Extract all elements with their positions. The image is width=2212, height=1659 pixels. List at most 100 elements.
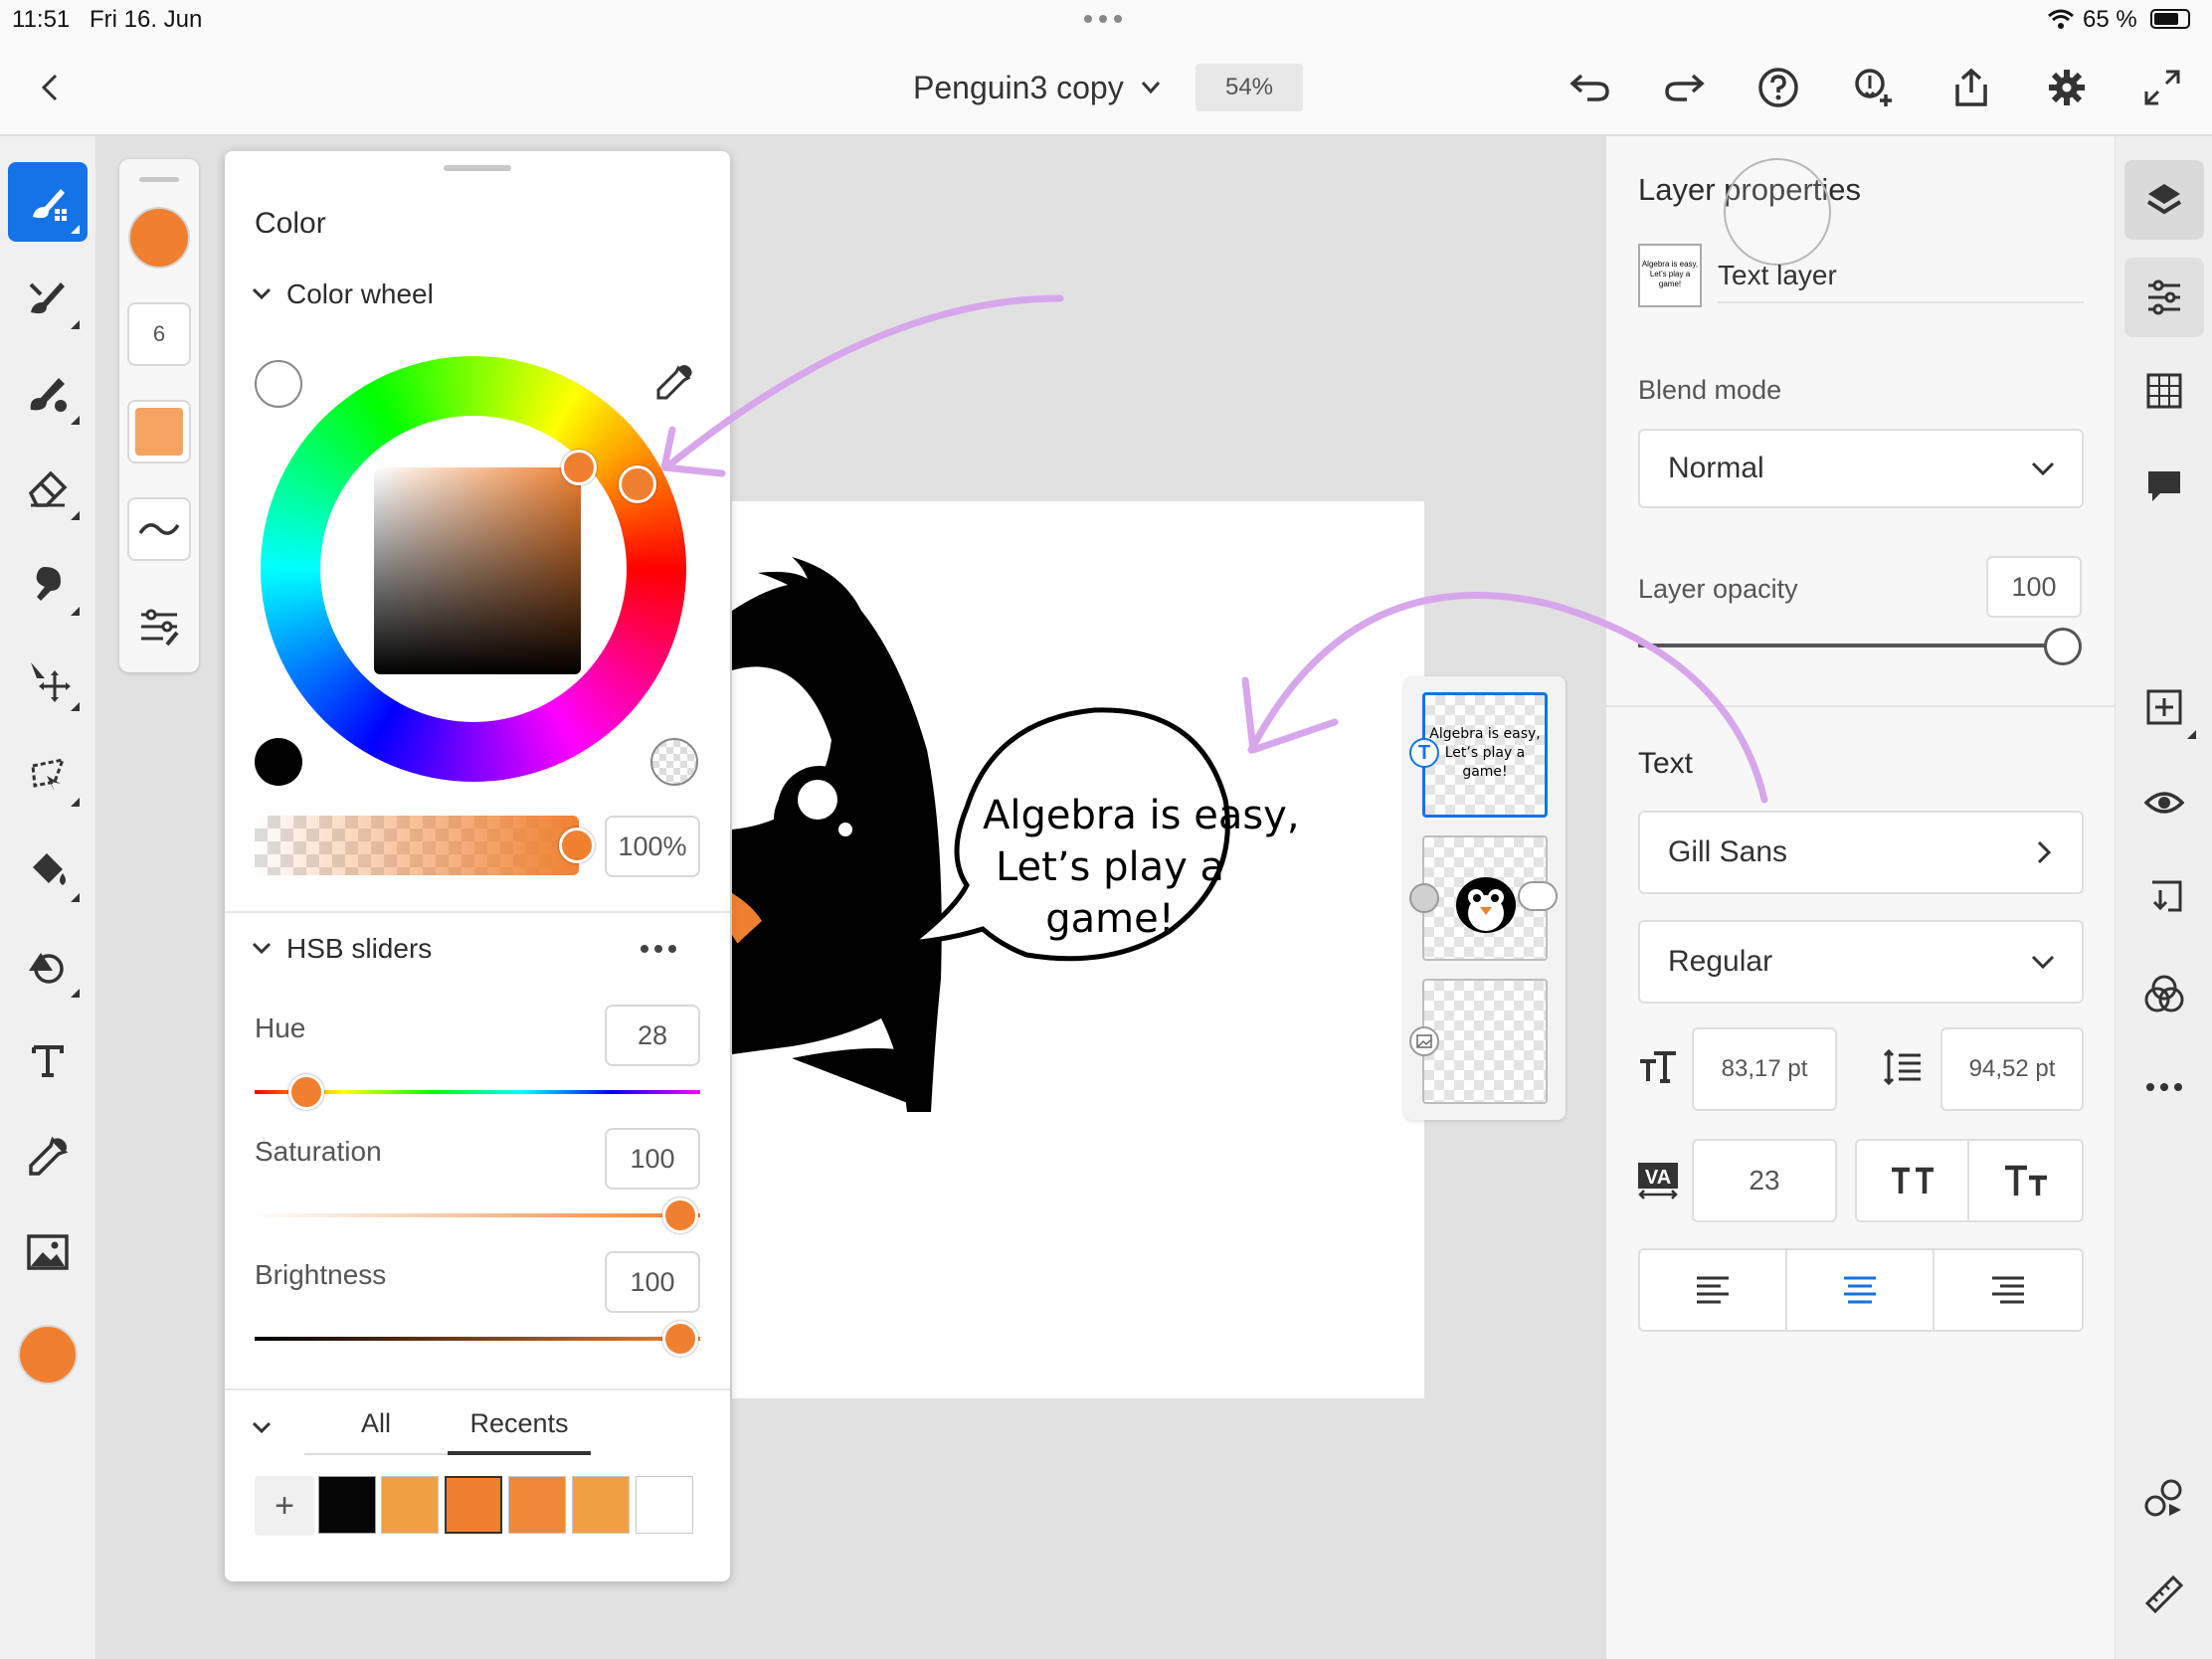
layer-opacity-handle[interactable]	[2044, 628, 2082, 665]
all-caps-button[interactable]	[1857, 1141, 1970, 1220]
invite-button[interactable]	[1844, 58, 1904, 117]
saturation-slider-track[interactable]	[255, 1213, 700, 1217]
brightness-value[interactable]: 100	[605, 1251, 700, 1313]
blend-mode-select[interactable]: Normal	[1638, 429, 2084, 508]
fullscreen-button[interactable]	[2132, 58, 2192, 117]
paint-tool-button[interactable]	[8, 162, 88, 242]
small-caps-button[interactable]	[1969, 1141, 2082, 1220]
eyedropper-icon[interactable]	[654, 362, 694, 402]
tab-all[interactable]: All	[304, 1408, 448, 1455]
section-color-wheel[interactable]: Color wheel	[286, 278, 434, 310]
ruler-button[interactable]	[2124, 1555, 2204, 1634]
grid-button[interactable]	[2124, 351, 2204, 431]
pixel-brush-tool-button[interactable]	[8, 258, 88, 337]
align-center-button[interactable]	[1787, 1250, 1935, 1330]
current-color-swatch[interactable]	[18, 1325, 78, 1384]
chevron-down-icon[interactable]	[251, 941, 273, 955]
smudge-tool-button[interactable]	[8, 353, 88, 433]
zoom-level[interactable]: 54%	[1196, 64, 1303, 111]
recent-swatch-orange[interactable]	[508, 1476, 566, 1534]
hue-slider-handle[interactable]	[288, 1074, 324, 1110]
font-style-value: Regular	[1668, 945, 1773, 978]
chevron-down-icon[interactable]	[251, 286, 273, 300]
comments-button[interactable]	[2124, 447, 2204, 526]
fill-tool-button[interactable]	[8, 830, 88, 910]
brush-size-field[interactable]: 6	[127, 302, 191, 366]
layer-opacity-value[interactable]: 100	[1986, 556, 2082, 618]
alignment-group	[1638, 1248, 2084, 1332]
font-size-field[interactable]: 83,17 pt	[1692, 1027, 1837, 1111]
eraser-tool-button[interactable]	[8, 449, 88, 528]
document-canvas[interactable]: Algebra is easy, Let’s play a game!	[732, 501, 1424, 1398]
opacity-handle[interactable]	[559, 828, 595, 863]
opacity-value[interactable]: 100%	[605, 816, 700, 877]
leading-field[interactable]: 94,52 pt	[1940, 1027, 2084, 1111]
font-family-select[interactable]: Gill Sans	[1638, 811, 2084, 894]
mask-button[interactable]	[2124, 858, 2204, 938]
healing-tool-button[interactable]	[8, 544, 88, 624]
sb-handle[interactable]	[561, 450, 597, 485]
brightness-slider-handle[interactable]	[662, 1321, 698, 1357]
layer-thumb-background[interactable]	[1422, 979, 1548, 1104]
white-swatch[interactable]	[255, 360, 302, 408]
opacity-slider[interactable]	[255, 816, 579, 875]
hue-value[interactable]: 28	[605, 1005, 700, 1066]
more-options-icon[interactable]	[641, 945, 676, 953]
recent-swatch-white[interactable]	[636, 1476, 693, 1534]
hue-handle[interactable]	[619, 465, 656, 503]
layer-opacity-slider[interactable]	[1638, 644, 2066, 647]
eyedropper-tool-button[interactable]	[8, 1117, 88, 1197]
layer-visibility-dot[interactable]	[1409, 883, 1439, 913]
speech-bubble-text[interactable]: Algebra is easy, Let’s play a game!	[983, 790, 1300, 945]
adjust-tool-button[interactable]	[8, 926, 88, 1006]
recent-swatch-orange-selected[interactable]	[445, 1476, 502, 1534]
share-button[interactable]	[1941, 58, 2001, 117]
brush-color-swatch[interactable]	[128, 207, 190, 269]
move-tool-button[interactable]	[8, 640, 88, 719]
brush-smoothing-button[interactable]	[127, 497, 191, 561]
back-button[interactable]	[20, 58, 80, 117]
tab-recents[interactable]: Recents	[448, 1408, 591, 1455]
layer-thumb-text[interactable]: Algebra is easy, Let’s play a game!	[1422, 692, 1548, 818]
saturation-slider-handle[interactable]	[662, 1198, 698, 1233]
align-right-button[interactable]	[1935, 1250, 2082, 1330]
tutorials-button[interactable]	[2124, 1459, 2204, 1539]
more-layer-options-button[interactable]	[2124, 1047, 2204, 1127]
black-swatch[interactable]	[255, 738, 302, 786]
properties-button[interactable]	[2124, 258, 2204, 337]
layer-name-field[interactable]: Text layer	[1718, 260, 2084, 303]
tracking-field[interactable]: 23	[1692, 1139, 1837, 1222]
layers-button[interactable]	[2124, 160, 2204, 240]
lasso-tool-button[interactable]	[8, 735, 88, 815]
undo-button[interactable]	[1560, 58, 1619, 117]
brightness-slider-track[interactable]	[255, 1337, 700, 1341]
layer-toggle[interactable]	[1518, 881, 1558, 911]
saturation-value[interactable]: 100	[605, 1128, 700, 1190]
panel-grabber[interactable]	[444, 165, 511, 171]
multitask-dots-icon[interactable]	[1084, 15, 1122, 23]
recent-swatch-black[interactable]	[318, 1476, 376, 1534]
blend-button[interactable]	[2124, 954, 2204, 1033]
section-hsb-sliders[interactable]: HSB sliders	[286, 933, 432, 965]
add-layer-button[interactable]	[2124, 667, 2204, 747]
brush-opacity-button[interactable]	[127, 400, 191, 463]
redo-button[interactable]	[1655, 58, 1715, 117]
font-style-select[interactable]: Regular	[1638, 920, 2084, 1004]
chevron-down-icon[interactable]	[251, 1420, 273, 1434]
panel-grabber[interactable]	[139, 177, 179, 182]
visibility-button[interactable]	[2124, 763, 2204, 842]
settings-button[interactable]	[2037, 58, 2097, 117]
type-tool-button[interactable]	[8, 1021, 88, 1101]
document-title[interactable]: Penguin3 copy	[913, 70, 1124, 106]
saturation-brightness-square[interactable]	[374, 467, 581, 674]
add-swatch-button[interactable]: +	[255, 1476, 314, 1536]
transparent-swatch[interactable]	[650, 738, 698, 786]
eye-icon	[2144, 792, 2184, 814]
recent-swatch-orange-light[interactable]	[381, 1476, 439, 1534]
chevron-down-icon[interactable]	[1140, 80, 1162, 95]
brush-settings-button[interactable]	[127, 595, 191, 658]
recent-swatch-orange-2[interactable]	[572, 1476, 630, 1534]
align-left-button[interactable]	[1640, 1250, 1787, 1330]
help-button[interactable]	[1749, 58, 1808, 117]
place-image-tool-button[interactable]	[8, 1212, 88, 1292]
